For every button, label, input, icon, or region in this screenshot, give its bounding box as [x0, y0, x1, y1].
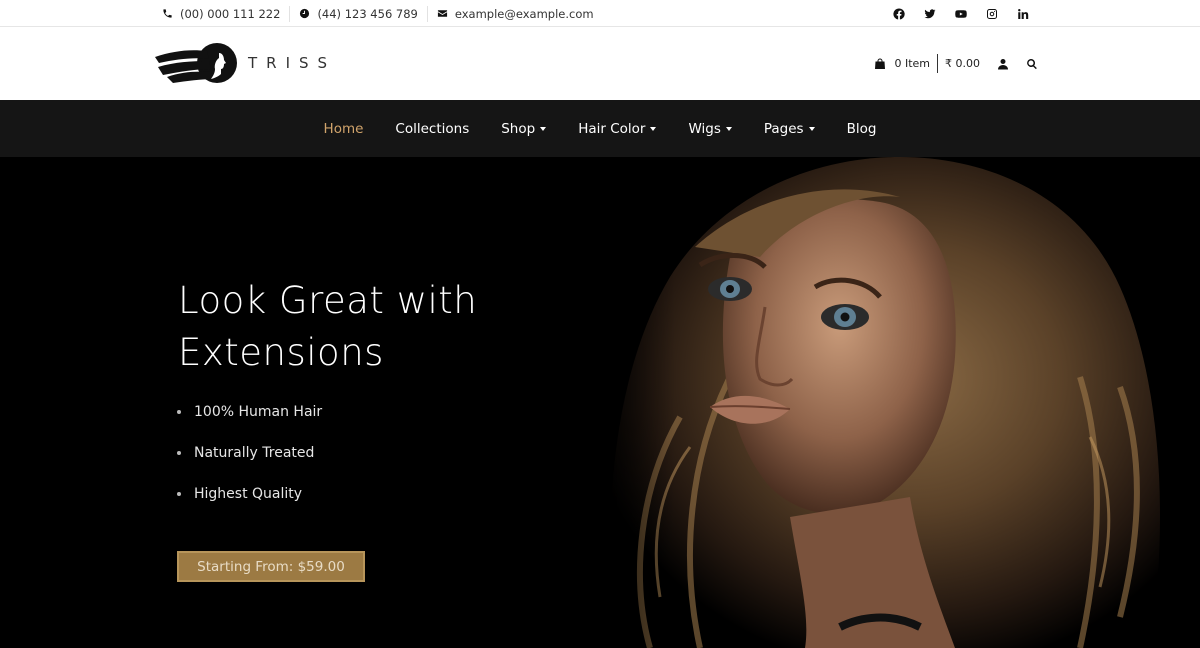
header-actions: 0 Item ₹ 0.00	[874, 27, 1038, 100]
youtube-link[interactable]	[945, 0, 976, 27]
nav-item-label: Blog	[846, 120, 877, 137]
cart-total: ₹ 0.00	[945, 57, 980, 70]
social-links	[883, 0, 1038, 27]
site-logo[interactable]: TRISS	[155, 39, 336, 87]
twitter-link[interactable]	[914, 0, 945, 27]
nav-item-label: Hair Color	[578, 120, 646, 137]
main-navigation: Home Collections Shop Hair Color Wigs Pa…	[0, 100, 1200, 157]
phone-contact[interactable]: (00) 000 111 222	[162, 5, 291, 22]
cart-count: 0 Item	[894, 57, 930, 70]
brand-name: TRISS	[248, 54, 337, 72]
twitter-icon	[924, 8, 935, 18]
envelope-icon	[437, 10, 447, 17]
nav-item-home[interactable]: Home	[324, 121, 364, 137]
phone-icon	[163, 9, 172, 18]
nav-item-label: Wigs	[688, 120, 721, 137]
email-address: example@example.com	[454, 6, 594, 21]
hero-title-line-1: Look Great with	[178, 279, 478, 322]
nav-item-label: Home	[323, 120, 364, 137]
account-button[interactable]	[997, 58, 1009, 70]
cart-divider	[937, 54, 938, 73]
list-item: 100% Human Hair	[177, 402, 322, 443]
top-bar: (00) 000 111 222 (44) 123 456 789 exampl…	[0, 0, 1200, 27]
secondary-phone: (44) 123 456 789	[317, 6, 418, 21]
nav-item-label: Shop	[501, 120, 536, 137]
linkedin-link[interactable]	[1007, 0, 1038, 27]
instagram-link[interactable]	[976, 0, 1007, 27]
linkedin-icon	[1017, 8, 1028, 19]
cart-button[interactable]: 0 Item	[874, 57, 930, 70]
site-header: TRISS 0 Item ₹ 0.00	[0, 27, 1200, 100]
caret-down-icon	[808, 126, 815, 131]
contact-info: (00) 000 111 222 (44) 123 456 789 exampl…	[162, 0, 612, 27]
nav-item-label: Pages	[763, 120, 804, 137]
search-icon	[1027, 58, 1037, 69]
hero-banner: Look Great with Extensions 100% Human Ha…	[0, 157, 1200, 648]
nav-item-collections[interactable]: Collections	[395, 121, 469, 137]
starting-price-button[interactable]: Starting From: $59.00	[177, 551, 365, 582]
model-portrait-image	[560, 157, 1200, 648]
caret-down-icon	[725, 126, 732, 131]
facebook-icon	[892, 7, 905, 19]
nav-item-hair-color[interactable]: Hair Color	[578, 120, 657, 137]
nav-item-blog[interactable]: Blog	[847, 121, 877, 137]
clock-icon	[300, 8, 310, 19]
list-item: Naturally Treated	[177, 443, 322, 484]
youtube-icon	[954, 9, 967, 18]
nav-item-pages[interactable]: Pages	[764, 121, 815, 137]
caret-down-icon	[540, 126, 547, 131]
caret-down-icon	[650, 126, 657, 131]
phone-number: (00) 000 111 222	[180, 6, 281, 21]
feature-list: 100% Human Hair Naturally Treated Highes…	[177, 402, 322, 525]
hero-title: Look Great with Extensions	[178, 275, 598, 379]
email-contact[interactable]: example@example.com	[437, 6, 603, 22]
user-icon	[998, 58, 1008, 69]
shopping-bag-icon	[875, 58, 886, 69]
woman-silhouette-logo-icon	[155, 43, 237, 83]
instagram-icon	[986, 8, 997, 19]
clock-contact[interactable]: (44) 123 456 789	[299, 5, 428, 22]
nav-item-shop[interactable]: Shop	[501, 120, 547, 137]
hero-title-line-2: Extensions	[178, 331, 384, 374]
nav-item-wigs[interactable]: Wigs	[688, 120, 732, 137]
facebook-link[interactable]	[883, 0, 914, 27]
nav-item-label: Collections	[395, 120, 470, 137]
list-item: Highest Quality	[177, 484, 322, 525]
search-button[interactable]	[1026, 58, 1038, 70]
